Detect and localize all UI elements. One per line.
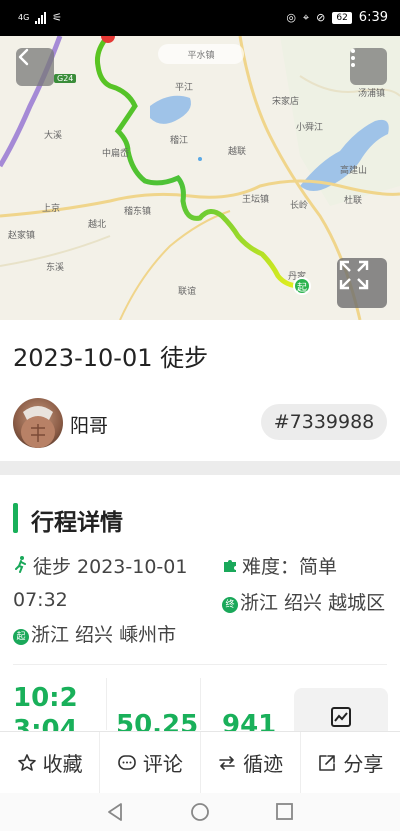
follow-track-button[interactable]: 循迹 [201, 732, 301, 793]
status-bar: 4G ⚟ ◎ ⌖ ⊘ 62 6:39 [0, 0, 400, 36]
comment-icon [118, 754, 136, 770]
map-label-zhaojiazhen: 赵家镇 [8, 231, 36, 241]
map-label-zhongsouqi: 中扁岙 [102, 149, 130, 159]
stat-divider [200, 678, 201, 730]
puzzle-icon [222, 552, 242, 584]
share-label: 分享 [343, 752, 384, 776]
difficulty-info: 难度：简单 [222, 551, 392, 584]
map-label-liandao: 联谊 [178, 287, 197, 297]
nav-back-icon[interactable] [108, 803, 122, 821]
map-scale-label: 平水镇 [187, 50, 215, 61]
map-label-gaojianshan: 高建山 [340, 166, 368, 176]
start-location: 浙江 绍兴 嵊州市 [31, 624, 177, 646]
share-icon [319, 754, 336, 771]
more-vertical-icon [351, 49, 355, 67]
wifi-off-icon: ⚟ [52, 11, 63, 24]
map-label-yuelian: 越联 [228, 147, 247, 157]
trip-id-label: #7339988 [273, 411, 375, 433]
system-nav-bar [0, 793, 400, 831]
map-label-changling: 长岭 [290, 201, 309, 211]
map-label-yuebei: 越北 [88, 220, 107, 230]
end-location-pin-icon: 终 [222, 597, 238, 613]
share-button[interactable]: 分享 [301, 732, 400, 793]
start-marker: 起 [293, 277, 311, 295]
user-name[interactable]: 阳哥 [70, 411, 108, 438]
map-scale-indicator: 平水镇 [158, 44, 244, 64]
map-label-pingjiang: 平江 [175, 83, 194, 93]
map-label-duqiao: 杜联 [344, 196, 363, 206]
road-badge: G24 [54, 74, 77, 83]
map-label-dongxi: 东溪 [46, 263, 65, 273]
start-badge-text: 起 [16, 632, 26, 642]
stat-divider [106, 678, 107, 730]
map-label-daxi: 大溪 [44, 131, 63, 141]
nav-home-icon[interactable] [191, 803, 209, 821]
comment-button[interactable]: 评论 [100, 732, 201, 793]
activity-line: 徒步 2023-10-01 07:32 [13, 556, 188, 611]
follow-track-label: 循迹 [243, 752, 284, 776]
map-label-wangtanzhen: 王坛镇 [242, 195, 270, 205]
network-type: 4G [18, 13, 30, 22]
favorite-button[interactable]: 收藏 [0, 732, 101, 793]
star-icon [17, 753, 36, 771]
line-chart-icon [331, 707, 351, 727]
hiking-icon [13, 552, 33, 584]
back-arrow-icon [18, 48, 29, 66]
signal-icon [35, 11, 47, 24]
map-label-xiaoshejiang: 小舜江 [296, 123, 324, 133]
clock: 6:39 [358, 10, 388, 25]
mute-icon: ⊘ [316, 11, 326, 24]
route-map[interactable]: G24 平江 宋家店 汤浦镇 大溪 稽江 小舜江 中扁岙 越联 高建山 王坛镇 … [0, 36, 400, 320]
battery-indicator: 62 [332, 11, 352, 24]
trip-title: 2023-10-01 徒步 [13, 344, 209, 372]
difficulty-label: 难度：简单 [242, 556, 338, 578]
section-title: 行程详情 [31, 510, 123, 536]
details-divider [13, 664, 387, 665]
comment-label: 评论 [142, 752, 183, 776]
map-label-jijiang: 稽江 [170, 136, 189, 146]
end-location: 浙江 绍兴 越城区 [240, 592, 386, 614]
more-menu-button[interactable] [350, 48, 387, 85]
route-follow-icon [219, 755, 235, 770]
end-badge-text: 终 [225, 600, 235, 610]
end-location-info: 终浙江 绍兴 越城区 [222, 587, 392, 619]
start-location-info: 起浙江 绍兴 嵊州市 [13, 619, 218, 651]
avatar[interactable] [13, 398, 63, 448]
location-icon: ⌖ [302, 10, 310, 24]
avatar-image [21, 406, 55, 448]
bottom-action-bar: 收藏 评论 循迹 分享 [0, 731, 400, 793]
activity-info: 徒步 2023-10-01 07:32 [13, 551, 213, 616]
map-label-songjiadian: 宋家店 [272, 97, 300, 107]
map-label-shangjing: 上京 [42, 204, 61, 214]
nfc-icon: ◎ [286, 11, 296, 24]
map-label-jidongzhen: 稽东镇 [124, 207, 152, 217]
start-location-pin-icon: 起 [13, 629, 29, 645]
map-label-tangpuzhen: 汤浦镇 [358, 89, 386, 99]
expand-icon [339, 260, 369, 290]
back-button[interactable] [16, 48, 54, 86]
favorite-label: 收藏 [42, 752, 83, 776]
trip-id-badge[interactable]: #7339988 [261, 404, 387, 440]
start-marker-label: 起 [297, 282, 307, 294]
fullscreen-button[interactable] [337, 258, 387, 308]
section-accent-bar [13, 503, 18, 533]
nav-recents-icon[interactable] [276, 803, 293, 820]
